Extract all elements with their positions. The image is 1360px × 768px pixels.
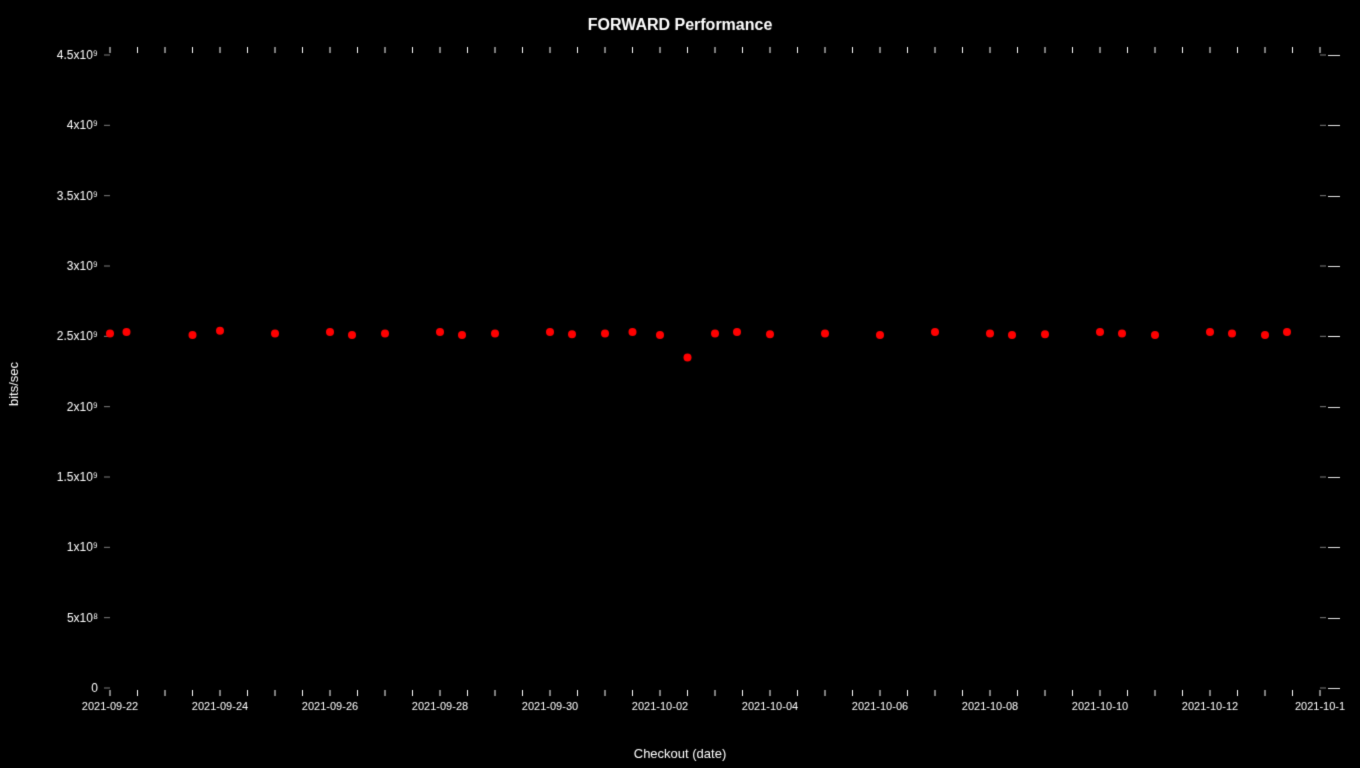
- chart-container: [0, 0, 1360, 768]
- performance-chart: [0, 0, 1360, 768]
